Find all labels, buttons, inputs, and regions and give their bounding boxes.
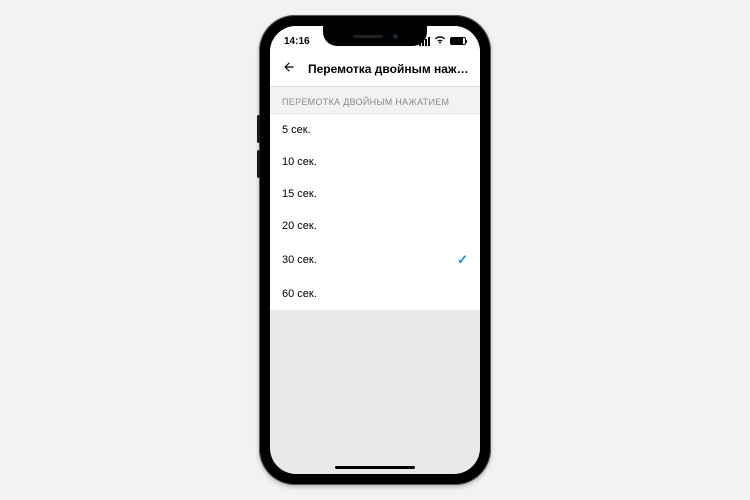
option-label: 60 сек. [282,288,317,300]
battery-icon [450,37,466,45]
section-header: ПЕРЕМОТКА ДВОЙНЫМ НАЖАТИЕМ [270,87,480,114]
option-60s[interactable]: 60 сек. ✓ [270,278,480,310]
option-label: 20 сек. [282,220,317,232]
page-title: Перемотка двойным нажатием [308,62,472,76]
option-30s[interactable]: 30 сек. ✓ [270,242,480,278]
option-15s[interactable]: 15 сек. ✓ [270,178,480,210]
wifi-icon [434,35,446,47]
home-indicator[interactable] [335,466,415,469]
option-label: 15 сек. [282,188,317,200]
checkmark-icon: ✓ [457,252,468,268]
option-label: 30 сек. [282,254,317,266]
nav-bar: Перемотка двойным нажатием [270,52,480,87]
option-10s[interactable]: 10 сек. ✓ [270,146,480,178]
option-5s[interactable]: 5 сек. ✓ [270,114,480,146]
back-button[interactable] [278,58,300,80]
option-label: 5 сек. [282,124,311,136]
options-list: 5 сек. ✓ 10 сек. ✓ 15 сек. ✓ 20 сек. ✓ 3… [270,114,480,310]
notch [323,26,427,46]
phone-frame: 14:16 Перемотка двойным нажатием ПЕРЕМОТ… [259,15,491,485]
arrow-left-icon [282,60,296,74]
option-20s[interactable]: 20 сек. ✓ [270,210,480,242]
screen: 14:16 Перемотка двойным нажатием ПЕРЕМОТ… [270,26,480,474]
status-time: 14:16 [284,36,310,47]
option-label: 10 сек. [282,156,317,168]
